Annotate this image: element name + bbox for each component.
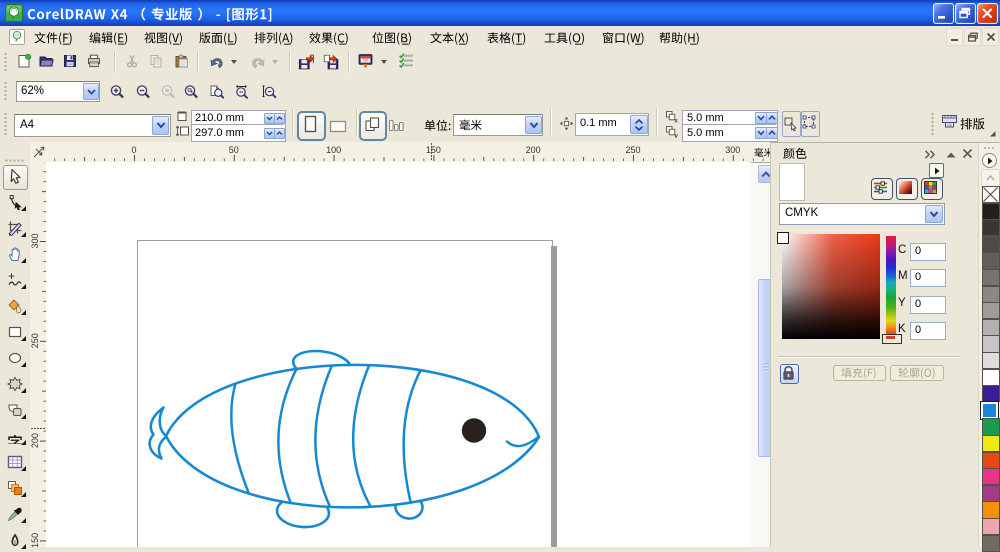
svg-text:300: 300	[725, 145, 740, 155]
svg-text:100: 100	[326, 145, 341, 155]
svg-text:0: 0	[131, 145, 136, 155]
svg-text:y: y	[675, 133, 679, 139]
svg-text:200: 200	[30, 433, 40, 448]
svg-text:x: x	[675, 118, 679, 124]
svg-text:150: 150	[30, 533, 40, 547]
svg-text:300: 300	[30, 233, 40, 248]
svg-text:250: 250	[30, 333, 40, 348]
svg-text:250: 250	[625, 145, 640, 155]
svg-text:150: 150	[426, 145, 441, 155]
svg-text:200: 200	[526, 145, 541, 155]
svg-text:50: 50	[229, 145, 239, 155]
